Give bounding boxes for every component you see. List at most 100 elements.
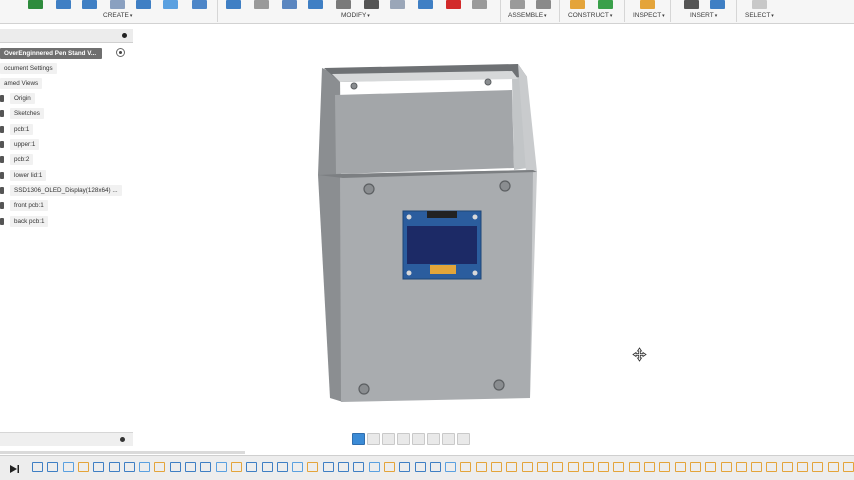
- activate-radio-icon[interactable]: [116, 48, 125, 57]
- visibility-eye-icon[interactable]: [0, 187, 4, 194]
- visibility-eye-icon[interactable]: [0, 156, 4, 163]
- timeline-feature-icon[interactable]: [246, 462, 258, 472]
- timeline-feature-icon[interactable]: [781, 462, 793, 472]
- tree-item-document-settings[interactable]: ocument Settings: [0, 63, 57, 74]
- move-copy-icon[interactable]: [364, 0, 379, 9]
- timeline-feature-icon[interactable]: [735, 462, 747, 472]
- timeline-feature-icon[interactable]: [123, 462, 135, 472]
- visibility-eye-icon[interactable]: [0, 218, 4, 225]
- select-icon[interactable]: [752, 0, 767, 9]
- root-component[interactable]: OverEnginnered Pen Stand V...: [0, 48, 103, 59]
- tree-item-lower-lid-1[interactable]: lower lid:1: [10, 170, 47, 181]
- display-settings-icon[interactable]: [427, 433, 440, 445]
- visibility-eye-icon[interactable]: [0, 95, 4, 102]
- timeline-feature-icon[interactable]: [154, 462, 166, 472]
- timeline-feature-icon[interactable]: [47, 462, 59, 472]
- visibility-eye-icon[interactable]: [0, 126, 4, 133]
- timeline-feature-icon[interactable]: [689, 462, 701, 472]
- construct-menu[interactable]: CONSTRUCT▾: [568, 12, 612, 19]
- fillet-icon[interactable]: [254, 0, 269, 9]
- timeline-feature-icon[interactable]: [445, 462, 457, 472]
- timeline-feature-icon[interactable]: [307, 462, 319, 472]
- timeline-feature-icon[interactable]: [766, 462, 778, 472]
- timeline-feature-icon[interactable]: [751, 462, 763, 472]
- tree-item-pcb-2[interactable]: pcb:2: [10, 154, 34, 165]
- timeline-feature-icon[interactable]: [827, 462, 839, 472]
- pan-icon[interactable]: [382, 433, 395, 445]
- revolve-icon[interactable]: [82, 0, 97, 9]
- visibility-eye-icon[interactable]: [0, 141, 4, 148]
- timeline-feature-icon[interactable]: [659, 462, 671, 472]
- timeline-feature-icon[interactable]: [552, 462, 564, 472]
- horizontal-scrollbar[interactable]: [0, 451, 245, 454]
- timeline-feature-icon[interactable]: [705, 462, 717, 472]
- shell-icon[interactable]: [308, 0, 323, 9]
- tree-item-sketches[interactable]: Sketches: [10, 108, 44, 119]
- zoom-icon[interactable]: [397, 433, 410, 445]
- pin-icon[interactable]: [122, 33, 127, 38]
- create-sketch-icon[interactable]: [28, 0, 43, 9]
- timeline-feature-icon[interactable]: [842, 462, 854, 472]
- tree-item-pcb-1[interactable]: pcb:1: [10, 124, 34, 135]
- timeline-feature-icon[interactable]: [200, 462, 212, 472]
- tree-item-upper-1[interactable]: upper:1: [10, 139, 40, 150]
- loft-icon[interactable]: [136, 0, 151, 9]
- measure-icon[interactable]: [640, 0, 655, 9]
- insert-derive-icon[interactable]: [684, 0, 699, 9]
- timeline-feature-icon[interactable]: [368, 462, 380, 472]
- joint-icon[interactable]: [536, 0, 551, 9]
- timeline-feature-icon[interactable]: [598, 462, 610, 472]
- timeline-feature-icon[interactable]: [521, 462, 533, 472]
- play-icon[interactable]: [8, 463, 20, 475]
- timeline-feature-icon[interactable]: [338, 462, 349, 472]
- visibility-eye-icon[interactable]: [0, 110, 4, 117]
- timeline-feature-icon[interactable]: [460, 462, 472, 472]
- timeline-feature-icon[interactable]: [230, 462, 242, 472]
- timeline-feature-icon[interactable]: [169, 462, 181, 472]
- timeline-feature-icon[interactable]: [77, 462, 89, 472]
- timeline-feature-icon[interactable]: [674, 462, 686, 472]
- timeline-feature-icon[interactable]: [414, 462, 426, 472]
- timeline-feature-icon[interactable]: [322, 462, 334, 472]
- timeline-feature-icon[interactable]: [383, 462, 395, 472]
- select-menu[interactable]: SELECT▾: [745, 12, 774, 19]
- scale-icon[interactable]: [472, 0, 487, 9]
- assemble-menu[interactable]: ASSEMBLE▾: [508, 12, 547, 19]
- timeline-feature-icon[interactable]: [506, 462, 518, 472]
- timeline-feature-icon[interactable]: [429, 462, 441, 472]
- timeline-feature-icon[interactable]: [261, 462, 273, 472]
- inspect-menu[interactable]: INSPECT▾: [633, 12, 665, 19]
- delete-icon[interactable]: [446, 0, 461, 9]
- timeline-feature-icon[interactable]: [812, 462, 824, 472]
- fit-icon[interactable]: [412, 433, 425, 445]
- timeline-feature-icon[interactable]: [475, 462, 487, 472]
- timeline-feature-icon[interactable]: [108, 462, 120, 472]
- new-component-icon[interactable]: [510, 0, 525, 9]
- timeline-feature-icon[interactable]: [292, 462, 304, 472]
- timeline-feature-icon[interactable]: [491, 462, 502, 472]
- tree-item-front-pcb-1[interactable]: front pcb:1: [10, 200, 48, 211]
- tree-item-named-views[interactable]: amed Views: [0, 78, 43, 89]
- timeline-feature-icon[interactable]: [353, 462, 365, 472]
- visibility-eye-icon[interactable]: [0, 172, 4, 179]
- tree-item-ssd1306-oled-display[interactable]: SSD1306_OLED_Display(128x64) ...: [10, 185, 122, 196]
- timeline-feature-icon[interactable]: [32, 462, 43, 472]
- timeline-feature-icon[interactable]: [613, 462, 625, 472]
- timeline-feature-icon[interactable]: [536, 462, 548, 472]
- plane-at-angle-icon[interactable]: [598, 0, 613, 9]
- viewports-icon[interactable]: [457, 433, 470, 445]
- timeline-feature-icon[interactable]: [567, 462, 579, 472]
- modify-menu[interactable]: MODIFY▾: [341, 12, 370, 19]
- timeline-feature-icon[interactable]: [399, 462, 411, 472]
- extrude-icon[interactable]: [56, 0, 71, 9]
- press-pull-icon[interactable]: [226, 0, 241, 9]
- timeline-feature-icon[interactable]: [628, 462, 640, 472]
- align-icon[interactable]: [390, 0, 405, 9]
- pin-icon[interactable]: [120, 437, 125, 442]
- timeline-feature-icon[interactable]: [276, 462, 288, 472]
- insert-mesh-icon[interactable]: [710, 0, 725, 9]
- tree-item-back-pcb-1[interactable]: back pcb:1: [10, 216, 49, 227]
- sweep-icon[interactable]: [110, 0, 125, 9]
- grid-settings-icon[interactable]: [442, 433, 455, 445]
- timeline-feature-icon[interactable]: [644, 462, 655, 472]
